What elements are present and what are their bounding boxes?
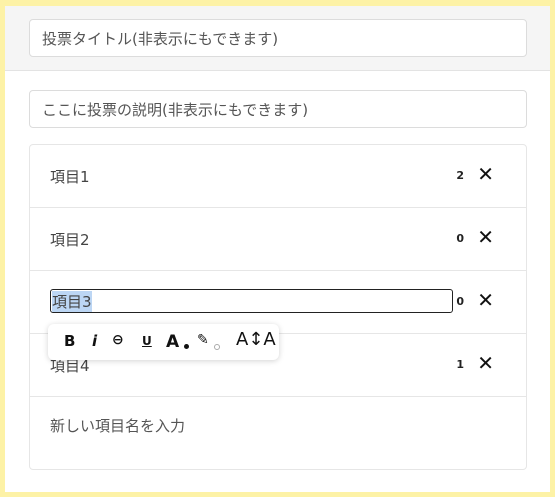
delete-item-button[interactable]: ✕	[477, 225, 494, 249]
highlight-color-dot	[214, 344, 220, 350]
selected-text: 項目3	[52, 290, 92, 312]
link-icon[interactable]: ⊖	[112, 332, 124, 348]
poll-item-count: 1	[456, 358, 464, 371]
poll-item-label[interactable]: 項目1	[50, 166, 90, 187]
delete-item-button[interactable]: ✕	[477, 288, 494, 312]
poll-description-placeholder: ここに投票の説明(非表示にもできます)	[42, 100, 309, 119]
poll-item-count: 0	[456, 232, 464, 245]
delete-item-button[interactable]: ✕	[477, 351, 494, 375]
text-color-dot	[184, 344, 189, 349]
italic-button[interactable]: i	[92, 332, 97, 350]
bold-button[interactable]: B	[64, 332, 75, 350]
new-item-input[interactable]: 新しい項目名を入力	[50, 415, 185, 436]
poll-editor: 投票タイトル(非表示にもできます) ここに投票の説明(非表示にもできます) 項目…	[5, 6, 550, 492]
underline-button[interactable]: U	[142, 334, 152, 348]
highlight-icon[interactable]: ✎	[197, 332, 209, 348]
poll-items-list: 項目1 2 ✕ 項目2 0 ✕ 項目3 0 ✕ 項目4 1 ✕ 新しい項目名を入…	[29, 144, 527, 470]
font-size-button[interactable]: A↕A	[236, 329, 276, 350]
poll-title-input[interactable]: 投票タイトル(非表示にもできます)	[29, 19, 527, 57]
text-format-toolbar: B i ⊖ U A ✎ A↕A	[48, 324, 279, 360]
poll-item-row: 項目1 2 ✕	[30, 145, 526, 208]
new-item-placeholder: 新しい項目名を入力	[50, 417, 186, 435]
poll-item-row: 項目2 0 ✕	[30, 208, 526, 271]
poll-item-count: 0	[456, 295, 464, 308]
delete-item-button[interactable]: ✕	[477, 162, 494, 186]
poll-title-placeholder: 投票タイトル(非表示にもできます)	[42, 29, 279, 48]
poll-item-count: 2	[456, 169, 464, 182]
text-color-button[interactable]: A	[166, 332, 179, 352]
poll-header: 投票タイトル(非表示にもできます)	[5, 6, 550, 71]
poll-item-edit-input[interactable]: 項目3	[50, 289, 453, 313]
poll-description-input[interactable]: ここに投票の説明(非表示にもできます)	[29, 90, 527, 128]
poll-item-label[interactable]: 項目2	[50, 229, 90, 250]
